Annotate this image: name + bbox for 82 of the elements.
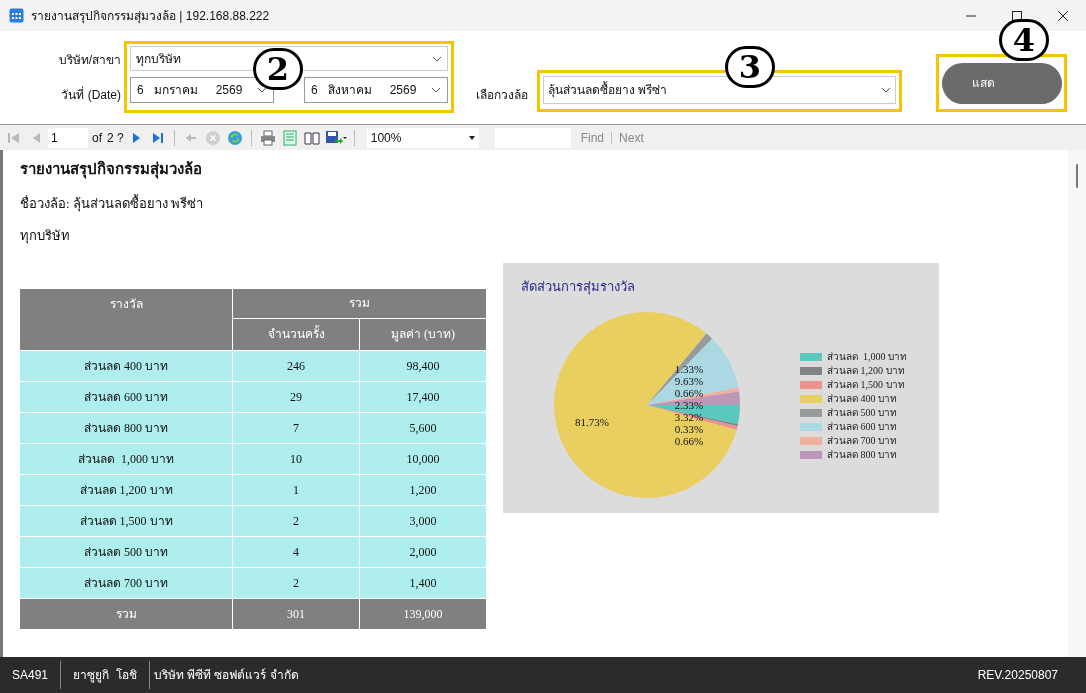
table-cell: ส่วนลด 400 บาท (20, 350, 233, 381)
table-cell: 7 (233, 412, 360, 443)
wheel-label: เลือกวงล้อ (476, 87, 528, 104)
table-cell: ส่วนลด 1,200 บาท (20, 474, 233, 505)
day-text: 6 (137, 82, 144, 99)
legend-label: ส่วนลด 1,200 บาท (827, 366, 905, 376)
slice-percent-label: 2.33% (674, 398, 704, 411)
vertical-scrollbar[interactable] (1068, 150, 1086, 657)
legend-label: ส่วนลด 1,000 บาท (827, 352, 907, 362)
table-cell: 2 (233, 567, 360, 598)
chart-title: สัดส่วนการสุ่มรางวัล (521, 277, 635, 296)
legend-label: ส่วนลด 400 บาท (827, 394, 897, 404)
slice-percent-label: 3.32% (674, 410, 704, 423)
year-text: 2569 (389, 82, 417, 99)
table-cell-text: 17,400 (405, 388, 441, 406)
day-text: 6 (311, 82, 318, 99)
table-cell: ส่วนลด 1,000 บาท (20, 443, 233, 474)
close-icon[interactable] (1058, 10, 1068, 21)
slice-percent-label: 1.33% (674, 362, 704, 375)
page-of-text: of (92, 129, 102, 147)
table-footer-cell-text: 139,000 (402, 605, 444, 623)
table-header-cell-text: มูลค่า (บาท) (390, 326, 456, 344)
report-title: รายงานสรุปกิจกรรมสุ่มวงล้อ (20, 159, 203, 181)
calendar-app-icon (9, 8, 24, 23)
window-title: รายงานสรุปกิจกรรมสุ่มวงล้อ | 192.168.88.222 (31, 7, 270, 25)
chevron-down-icon (881, 87, 891, 93)
table-cell-text: 10,000 (405, 450, 441, 468)
company-text: ทุกบริษัท (20, 227, 71, 246)
chevron-down-icon (432, 55, 442, 62)
revision-text: REV.20250807 (977, 667, 1058, 684)
table-cell: 29 (233, 381, 360, 412)
caret-icon (468, 135, 475, 140)
month-text: มกราคม (153, 82, 199, 99)
slice-percent-label: 0.33% (674, 422, 704, 435)
callout-badge: 3 (725, 46, 775, 88)
table-cell: ส่วนลด 600 บาท (20, 381, 233, 412)
date-picker[interactable]: 6 สิงหาคม 2569 (304, 77, 448, 103)
legend-label: ส่วนลด 800 บาท (827, 450, 897, 460)
chevron-down-icon (257, 87, 267, 93)
status-text: ยาซูยูกิ โอชิ (60, 661, 149, 689)
table-cell-text: 98,400 (405, 357, 441, 375)
slice-percent-label: 81.73% (575, 415, 609, 428)
month-text: สิงหาคม (327, 82, 373, 99)
table-cell-text: 1,200 (408, 481, 438, 499)
table-cell: ส่วนลด 700 บาท (20, 567, 233, 598)
page-number-field[interactable]: 1 (48, 127, 88, 148)
table-cell-text: 1,400 (408, 574, 438, 592)
table-cell: 10 (233, 443, 360, 474)
table-header-cell: รวม (233, 288, 486, 319)
chevron-down-icon (431, 87, 441, 93)
table-cell: ส่วนลด 500 บาท (20, 536, 233, 567)
slice-percent-label: 0.66% (674, 386, 704, 399)
table-cell: 2 (233, 505, 360, 536)
scrollbar-thumb[interactable] (1076, 164, 1078, 188)
slice-percent-label: 9.63% (674, 374, 704, 387)
show-report-button[interactable]: แสด (941, 62, 1062, 104)
table-cell: 1 (233, 474, 360, 505)
legend-label: ส่วนลด 1,500 บาท (827, 380, 905, 390)
table-cell: 246 (233, 350, 360, 381)
zoom-dropdown[interactable]: 100% (366, 127, 479, 148)
table-header-cell: รางวัล (20, 288, 233, 350)
callout-badge: 4 (999, 19, 1049, 61)
legend-label: ส่วนลด 600 บาท (827, 422, 897, 432)
table-cell: 4 (233, 536, 360, 567)
table-header-cell: จำนวนครั้ง (233, 318, 360, 350)
table-footer-cell: 301 (233, 598, 360, 629)
page-total-text: 2 ? (107, 129, 124, 147)
status-text: บริษัท พีซีที ซอฟต์แวร์ จำกัด (148, 661, 311, 689)
table-cell-text: 2,000 (408, 543, 438, 561)
slice-percent-label: 0.66% (674, 434, 704, 447)
table-cell-text: 3,000 (408, 512, 438, 530)
wheel-name-text: ชื่อวงล้อ: ลุ้นส่วนลดซื้อยาง พรีซ่า (20, 193, 205, 213)
table-cell: ส่วนลด 800 บาท (20, 412, 233, 443)
table-cell: ส่วนลด 1,500 บาท (20, 505, 233, 536)
legend-label: ส่วนลด 500 บาท (827, 408, 897, 418)
status-text: SA491 (11, 667, 50, 684)
year-text: 2569 (215, 82, 243, 99)
legend-label: ส่วนลด 700 บาท (827, 436, 897, 446)
table-cell-text: 5,600 (408, 419, 438, 437)
date-label: วันที่ (Date) (61, 86, 121, 104)
company-label: บริษัท/สาขา (58, 52, 121, 69)
table-footer-cell: รวม (20, 598, 233, 629)
